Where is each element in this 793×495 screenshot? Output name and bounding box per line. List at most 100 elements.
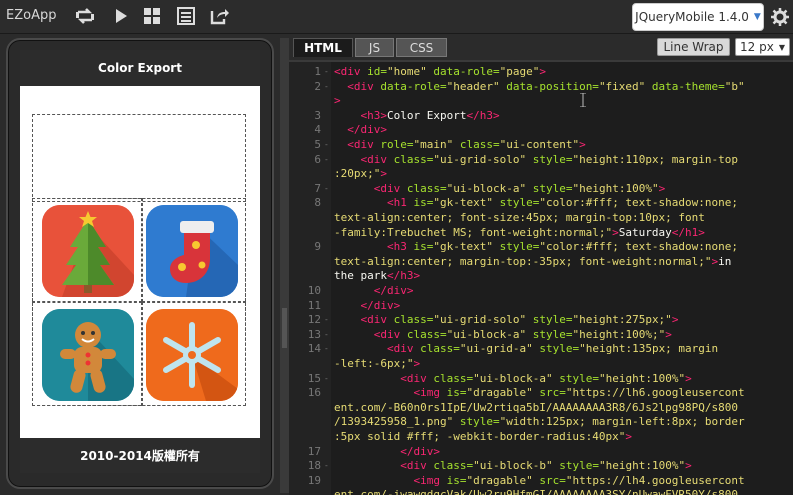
line-number: 1	[314, 65, 321, 78]
stocking-image[interactable]	[146, 205, 238, 297]
code-text[interactable]: <img is="dragable" src="https://lh4.goog…	[334, 474, 744, 489]
line-number: 13	[307, 327, 321, 341]
line-number: 16	[307, 386, 321, 400]
app-brand: EZoApp	[6, 8, 57, 23]
line-number: 6	[314, 152, 321, 166]
grid-icon[interactable]	[141, 6, 163, 26]
line-number: 12	[307, 313, 321, 327]
play-icon[interactable]	[110, 6, 132, 26]
line-number: 11	[307, 298, 321, 312]
code-text[interactable]: <div data-role="header" data-position="f…	[334, 80, 744, 95]
code-text[interactable]: <div class="ui-grid-a" style="height:135…	[334, 342, 718, 357]
chevron-down-icon: ▼	[753, 12, 761, 22]
gingerbread-image[interactable]	[42, 309, 134, 401]
line-number: 18	[307, 459, 321, 473]
line-number: 19	[307, 473, 321, 487]
code-text[interactable]: <h1 is="gk-text" style="color:#fff; text…	[334, 196, 738, 211]
tab-html[interactable]: HTML	[293, 38, 353, 57]
code-text[interactable]: <h3>Color Export</h3>	[334, 109, 500, 124]
fold-toggle-icon[interactable]: -	[324, 182, 329, 197]
tab-label: HTML	[304, 41, 342, 55]
font-size-select[interactable]: 12 px ▼	[735, 38, 790, 56]
image-cell[interactable]	[32, 198, 142, 302]
code-text[interactable]: <img is="dragable" src="https://lh6.goog…	[334, 386, 744, 401]
splitter-handle[interactable]	[282, 308, 287, 348]
line-number: 4	[314, 123, 321, 137]
code-text[interactable]: <div id="home" data-role="page">	[334, 65, 546, 80]
code-text[interactable]: text-align:center; font-size:45px; margi…	[334, 211, 705, 226]
tab-label: CSS	[409, 40, 434, 55]
line-number: 14	[307, 342, 321, 356]
fold-toggle-icon[interactable]: -	[324, 328, 329, 343]
phone-preview: Color Export 2010-2014版權所有	[6, 38, 274, 489]
fold-toggle-icon[interactable]: -	[324, 153, 329, 168]
line-number: 3	[314, 108, 321, 122]
code-text[interactable]: </div>	[334, 299, 401, 314]
fold-toggle-icon[interactable]: -	[324, 342, 329, 357]
image-cell[interactable]	[142, 302, 246, 406]
list-icon[interactable]	[175, 6, 197, 26]
code-text[interactable]: <div role="main" class="ui-content">	[334, 138, 585, 153]
version-label: JQueryMobile 1.4.0	[635, 10, 749, 24]
export-icon[interactable]	[208, 6, 230, 26]
fold-toggle-icon[interactable]: -	[324, 65, 329, 80]
code-text[interactable]: </div>	[334, 284, 414, 299]
preview-header: Color Export	[20, 50, 260, 86]
snowflake-image[interactable]	[146, 309, 238, 401]
code-text[interactable]: :20px;">	[334, 167, 387, 182]
code-text[interactable]: <div class="ui-block-a" style="height:10…	[334, 328, 672, 343]
phone-screen: Color Export 2010-2014版權所有	[20, 50, 260, 473]
code-text[interactable]: -left:-6px;">	[334, 357, 420, 372]
code-text[interactable]: <div class="ui-grid-solo" style="height:…	[334, 153, 739, 168]
share-cycle-icon[interactable]	[74, 6, 96, 26]
preview-footer-text: 2010-2014版權所有	[80, 449, 200, 463]
code-text[interactable]: </div>	[334, 445, 440, 460]
fold-toggle-icon[interactable]: -	[324, 80, 329, 95]
tab-label: JS	[368, 40, 381, 55]
code-text[interactable]: ent.com/-B60n0rs1IpE/Uw2rtiqa5bI/AAAAAAA…	[334, 401, 738, 416]
line-number: 7	[314, 181, 321, 195]
code-text[interactable]: ent.com/-iwawgdgcVak/Uw2ru9HfmGI/AAAAAAA…	[334, 488, 738, 495]
code-text[interactable]: </div>	[334, 123, 387, 138]
line-number: 15	[307, 371, 321, 385]
preview-footer: 2010-2014版權所有	[20, 438, 260, 473]
line-number: 2	[314, 79, 321, 93]
line-number: 10	[307, 284, 321, 297]
tab-js[interactable]: JS	[355, 38, 394, 57]
code-text[interactable]: text-align:center; margin-top:-35px; fon…	[334, 255, 731, 270]
chevron-down-icon: ▼	[778, 42, 785, 52]
code-text[interactable]: <h3 is="gk-text" style="color:#fff; text…	[334, 240, 738, 255]
top-toolbar: EZoApp JQueryMobile 1.4.0 ▼	[0, 0, 793, 34]
code-text[interactable]: /1393425958_1.png" style="width:125px; m…	[334, 415, 745, 430]
line-wrap-button[interactable]: Line Wrap	[657, 38, 730, 56]
font-size-value: 12 px	[740, 40, 774, 54]
tab-css[interactable]: CSS	[396, 38, 447, 57]
gear-icon[interactable]	[771, 8, 789, 26]
framework-version-dropdown[interactable]: JQueryMobile 1.4.0 ▼	[632, 3, 764, 31]
code-text[interactable]: :5px solid #fff; -webkit-border-radius:4…	[334, 430, 632, 445]
code-text[interactable]: <div class="ui-block-a" style="height:10…	[334, 182, 665, 197]
image-cell[interactable]	[32, 302, 142, 406]
text-cursor-icon	[580, 92, 586, 108]
line-number: 8	[314, 196, 321, 210]
grid-solo-block[interactable]	[32, 114, 246, 202]
fold-toggle-icon[interactable]: -	[324, 459, 329, 474]
preview-header-title: Color Export	[98, 61, 182, 75]
code-text[interactable]: the park</h3>	[334, 269, 420, 284]
code-text[interactable]: >	[334, 94, 341, 109]
panel-splitter[interactable]	[280, 38, 289, 493]
code-text[interactable]: <div class="ui-block-a" style="height:10…	[334, 372, 691, 387]
code-text[interactable]: -family:Trebuchet MS; font-weight:normal…	[334, 226, 705, 241]
code-editor[interactable]: 1- <div id="home" data-role="page"> 2- <di…	[289, 60, 793, 495]
code-text[interactable]: <div class="ui-grid-solo" style="height:…	[334, 313, 679, 328]
code-text[interactable]: <div class="ui-block-b" style="height:10…	[334, 459, 691, 474]
fold-toggle-icon[interactable]: -	[324, 313, 329, 328]
line-wrap-label: Line Wrap	[663, 40, 724, 54]
image-cell[interactable]	[142, 198, 246, 302]
line-number: 9	[314, 240, 321, 254]
fold-toggle-icon[interactable]: -	[324, 372, 329, 387]
christmas-tree-image[interactable]	[42, 205, 134, 297]
fold-toggle-icon[interactable]: -	[324, 138, 329, 153]
line-number: 5	[314, 138, 321, 151]
line-number: 17	[307, 444, 321, 458]
